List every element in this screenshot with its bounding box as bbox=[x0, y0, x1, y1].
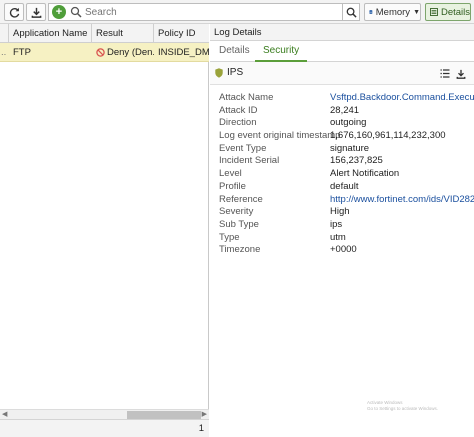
scrollbar-thumb[interactable] bbox=[127, 411, 201, 419]
property-row: Type utm bbox=[219, 232, 474, 245]
watermark-line2: Go to Settings to activate Windows. bbox=[367, 405, 439, 411]
column-header-policy-id[interactable]: Policy ID bbox=[154, 24, 209, 43]
property-row: Attack ID 28,241 bbox=[219, 105, 474, 118]
list-view-button[interactable] bbox=[437, 66, 452, 81]
property-value: ips bbox=[330, 218, 343, 230]
reference-link[interactable]: http://www.fortinet.com/ids/VID28241 bbox=[330, 194, 474, 207]
property-key: Direction bbox=[219, 117, 257, 129]
horizontal-scrollbar[interactable]: ◀ ▶ bbox=[0, 409, 209, 419]
property-row: Profile default bbox=[219, 181, 474, 194]
property-key: Severity bbox=[219, 206, 254, 218]
memory-label: Memory bbox=[375, 6, 411, 18]
property-row: Incident Serial 156,237,825 bbox=[219, 155, 474, 168]
table-row[interactable]: .. FTP Deny (Den... INSIDE_DMZ bbox=[0, 43, 209, 62]
search-icon bbox=[346, 7, 357, 18]
property-key: Profile bbox=[219, 180, 246, 192]
property-key: Incident Serial bbox=[219, 155, 280, 167]
property-key: Attack Name bbox=[219, 92, 274, 103]
add-filter-icon[interactable]: + bbox=[52, 5, 66, 19]
property-value: 156,237,825 bbox=[330, 155, 383, 167]
search-icon bbox=[70, 6, 82, 18]
search-button[interactable] bbox=[342, 3, 360, 21]
property-row: Event Type signature bbox=[219, 143, 474, 156]
cell-application-name: FTP bbox=[13, 47, 31, 58]
property-value: High bbox=[330, 206, 350, 218]
cell-policy-id: INSIDE_DMZ bbox=[158, 47, 209, 58]
property-value: 1,676,160,961,114,232,300 bbox=[330, 130, 446, 142]
memory-dropdown[interactable]: Memory ▼ bbox=[364, 3, 421, 21]
property-row: Log event original timestamp 1,676,160,96… bbox=[219, 130, 474, 143]
row-indicator-header bbox=[0, 24, 9, 43]
property-value: outgoing bbox=[330, 117, 367, 129]
download-icon bbox=[31, 7, 41, 18]
log-details-panel: Log Details Details Security IPS Attack … bbox=[210, 24, 474, 437]
property-key: Reference bbox=[219, 193, 263, 205]
download-button[interactable] bbox=[26, 3, 46, 21]
property-key: Sub Type bbox=[219, 218, 259, 230]
property-row: Sub Type ips bbox=[219, 219, 474, 232]
property-value: Alert Notification bbox=[330, 168, 400, 180]
row-count: 1 bbox=[198, 423, 204, 434]
grid-footer: 1 bbox=[0, 419, 209, 437]
search-input[interactable] bbox=[85, 6, 305, 18]
column-header-application-name[interactable]: Application Name bbox=[9, 24, 92, 43]
deny-icon bbox=[96, 48, 105, 57]
download-icon bbox=[456, 69, 465, 79]
shield-icon bbox=[215, 68, 223, 78]
search-box[interactable]: + bbox=[48, 3, 360, 21]
list-icon bbox=[440, 69, 449, 78]
property-key: Type bbox=[219, 231, 240, 243]
download-details-button[interactable] bbox=[453, 66, 468, 81]
details-label: Details bbox=[440, 6, 470, 18]
chevron-down-icon: ▼ bbox=[413, 8, 420, 16]
row-indicator: .. bbox=[1, 47, 7, 58]
property-value: 28,241 bbox=[330, 104, 360, 116]
property-value: utm bbox=[330, 231, 346, 243]
tab-security[interactable]: Security bbox=[255, 41, 308, 62]
property-value: default bbox=[330, 180, 359, 192]
column-header-result[interactable]: Result bbox=[92, 24, 154, 43]
toolbar: + Memory ▼ Details bbox=[0, 0, 474, 24]
details-tabs: Details Security bbox=[210, 41, 474, 62]
property-value: signature bbox=[330, 142, 370, 154]
property-row: Reference http://www.fortinet.com/ids/VID… bbox=[219, 194, 474, 207]
cell-result: Deny (Den... bbox=[92, 43, 154, 62]
log-grid: Application Name Result Policy ID .. FTP… bbox=[0, 24, 209, 437]
grid-header: Application Name Result Policy ID bbox=[0, 24, 209, 43]
security-properties: Attack Name Vsftpd.Backdoor.Command.Execu… bbox=[219, 92, 474, 257]
property-key: Event Type bbox=[219, 142, 267, 154]
property-row: Attack Name Vsftpd.Backdoor.Command.Execu… bbox=[219, 92, 474, 105]
property-row: Timezone +0000 bbox=[219, 244, 474, 257]
refresh-button[interactable] bbox=[4, 3, 24, 21]
tab-details[interactable]: Details bbox=[211, 41, 258, 62]
property-key: Timezone bbox=[219, 244, 261, 256]
database-icon bbox=[369, 10, 373, 14]
cell-result-text: Deny (Den... bbox=[107, 47, 154, 58]
details-toggle-button[interactable]: Details bbox=[425, 3, 471, 21]
property-row: Level Alert Notification bbox=[219, 168, 474, 181]
property-key: Log event original timestamp bbox=[219, 130, 341, 142]
property-value: +0000 bbox=[330, 244, 357, 256]
attack-name-link[interactable]: Vsftpd.Backdoor.Command.Execution bbox=[330, 92, 474, 105]
refresh-icon bbox=[9, 7, 19, 18]
property-row: Severity High bbox=[219, 206, 474, 219]
property-key: Attack ID bbox=[219, 104, 258, 116]
property-key: Level bbox=[219, 168, 242, 180]
panel-title: Log Details bbox=[210, 24, 474, 41]
ips-section-header: IPS bbox=[210, 62, 474, 85]
activate-windows-watermark: Activate Windows Go to Settings to activ… bbox=[367, 400, 438, 411]
property-row: Direction outgoing bbox=[219, 117, 474, 130]
section-label: IPS bbox=[227, 67, 244, 78]
details-icon bbox=[430, 8, 438, 16]
